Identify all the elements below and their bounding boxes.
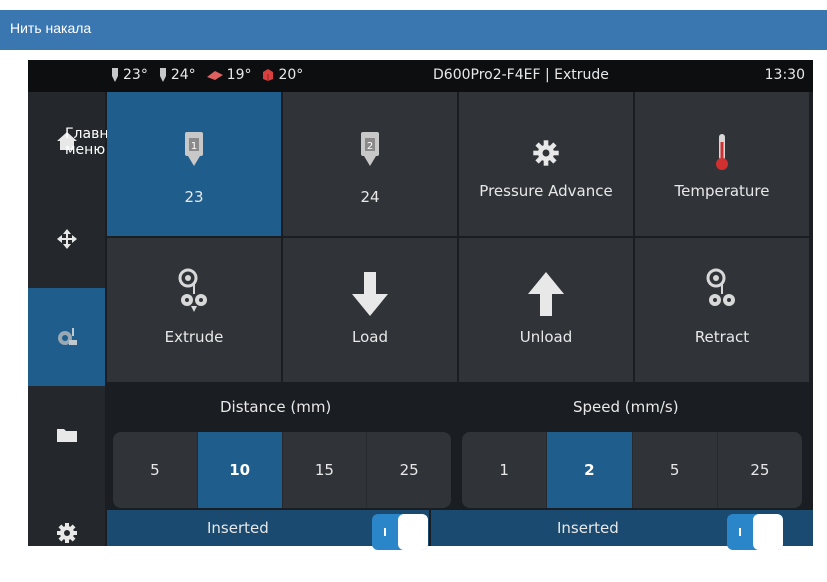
thermometer-icon: [716, 134, 728, 170]
distance-option[interactable]: 15: [283, 432, 368, 508]
tile-load[interactable]: Load: [283, 238, 457, 382]
folder-icon: [56, 429, 77, 442]
gear-icon: [533, 140, 559, 166]
distance-option[interactable]: 25: [367, 432, 451, 508]
status-bar: 23° 24° 19° 20° D600Pro2-F4EF | Extrude …: [28, 60, 813, 92]
toggle-knob: [753, 514, 783, 550]
sensor-2-toggle[interactable]: [727, 514, 783, 550]
clock: 13:30: [764, 67, 805, 83]
chamber-temp: 20°: [261, 67, 303, 83]
speed-option[interactable]: 5: [633, 432, 718, 508]
tile-pressure-advance[interactable]: Pressure Advance: [459, 92, 633, 236]
filament-sensor-1: Inserted: [107, 510, 429, 550]
sidebar-item-extrude[interactable]: [28, 288, 105, 386]
distance-option[interactable]: 5: [113, 432, 198, 508]
bed-temp: 19°: [206, 67, 251, 83]
tile-retract[interactable]: Retract: [635, 238, 809, 382]
gear-icon: [56, 523, 77, 543]
sidebar-item-move[interactable]: [28, 190, 105, 288]
tile-extruder-1[interactable]: 1 23: [107, 92, 281, 236]
spool-gears-icon: [178, 268, 207, 312]
sidebar-item-files[interactable]: [28, 386, 105, 484]
extruder-2-temp: 24°: [158, 67, 196, 83]
sidebar: Главное меню: [28, 92, 126, 546]
arrow-down-icon: [352, 272, 388, 316]
svg-text:2: 2: [367, 141, 373, 152]
chamber-icon: [263, 69, 274, 81]
speed-option[interactable]: 25: [718, 432, 802, 508]
sensor-2-label: Inserted: [557, 519, 619, 537]
extruder-icon: [57, 328, 77, 345]
tile-unload[interactable]: Unload: [459, 238, 633, 382]
extruder-1-icon: [112, 68, 118, 82]
toggle-knob: [398, 514, 428, 550]
header-bar: [0, 10, 827, 50]
page-title: Нить накала: [10, 20, 92, 36]
app-header: Нить накала: [0, 0, 827, 59]
distance-label: Distance (mm): [220, 398, 332, 416]
function-grid: 1 23 2 24 Pressure Advance Temperature E…: [107, 92, 813, 384]
sensor-1-toggle[interactable]: [372, 514, 428, 550]
spool-gears-icon: [706, 268, 735, 306]
bed-icon: [206, 71, 223, 80]
printer-title: D600Pro2-F4EF | Extrude: [433, 67, 609, 83]
extruder-1-icon: 1: [185, 132, 203, 166]
speed-option-selected[interactable]: 2: [547, 432, 633, 508]
tile-extruder-2[interactable]: 2 24: [283, 92, 457, 236]
tile-temperature[interactable]: Temperature: [635, 92, 809, 236]
distance-selector: 5 10 15 25: [113, 432, 451, 508]
extruder-2-icon: 2: [361, 132, 379, 166]
svg-text:1: 1: [191, 141, 197, 152]
tile-extrude[interactable]: Extrude: [107, 238, 281, 382]
temperature-readouts: 23° 24° 19° 20°: [110, 67, 303, 83]
speed-label: Speed (mm/s): [573, 398, 679, 416]
printer-screen: 23° 24° 19° 20° D600Pro2-F4EF | Extrude …: [28, 60, 813, 550]
speed-selector: 1 2 5 25: [462, 432, 802, 508]
arrow-up-icon: [528, 272, 564, 316]
speed-option[interactable]: 1: [462, 432, 548, 508]
move-arrows-icon: [56, 229, 77, 249]
extruder-2-icon: [159, 68, 166, 82]
extruder-1-temp: 23°: [110, 67, 148, 83]
sidebar-item-settings[interactable]: [28, 484, 105, 582]
sensor-1-label: Inserted: [207, 519, 269, 537]
control-labels: Distance (mm) Speed (mm/s): [107, 386, 813, 428]
filament-sensor-2: Inserted: [431, 510, 813, 550]
distance-option-selected[interactable]: 10: [197, 432, 283, 508]
